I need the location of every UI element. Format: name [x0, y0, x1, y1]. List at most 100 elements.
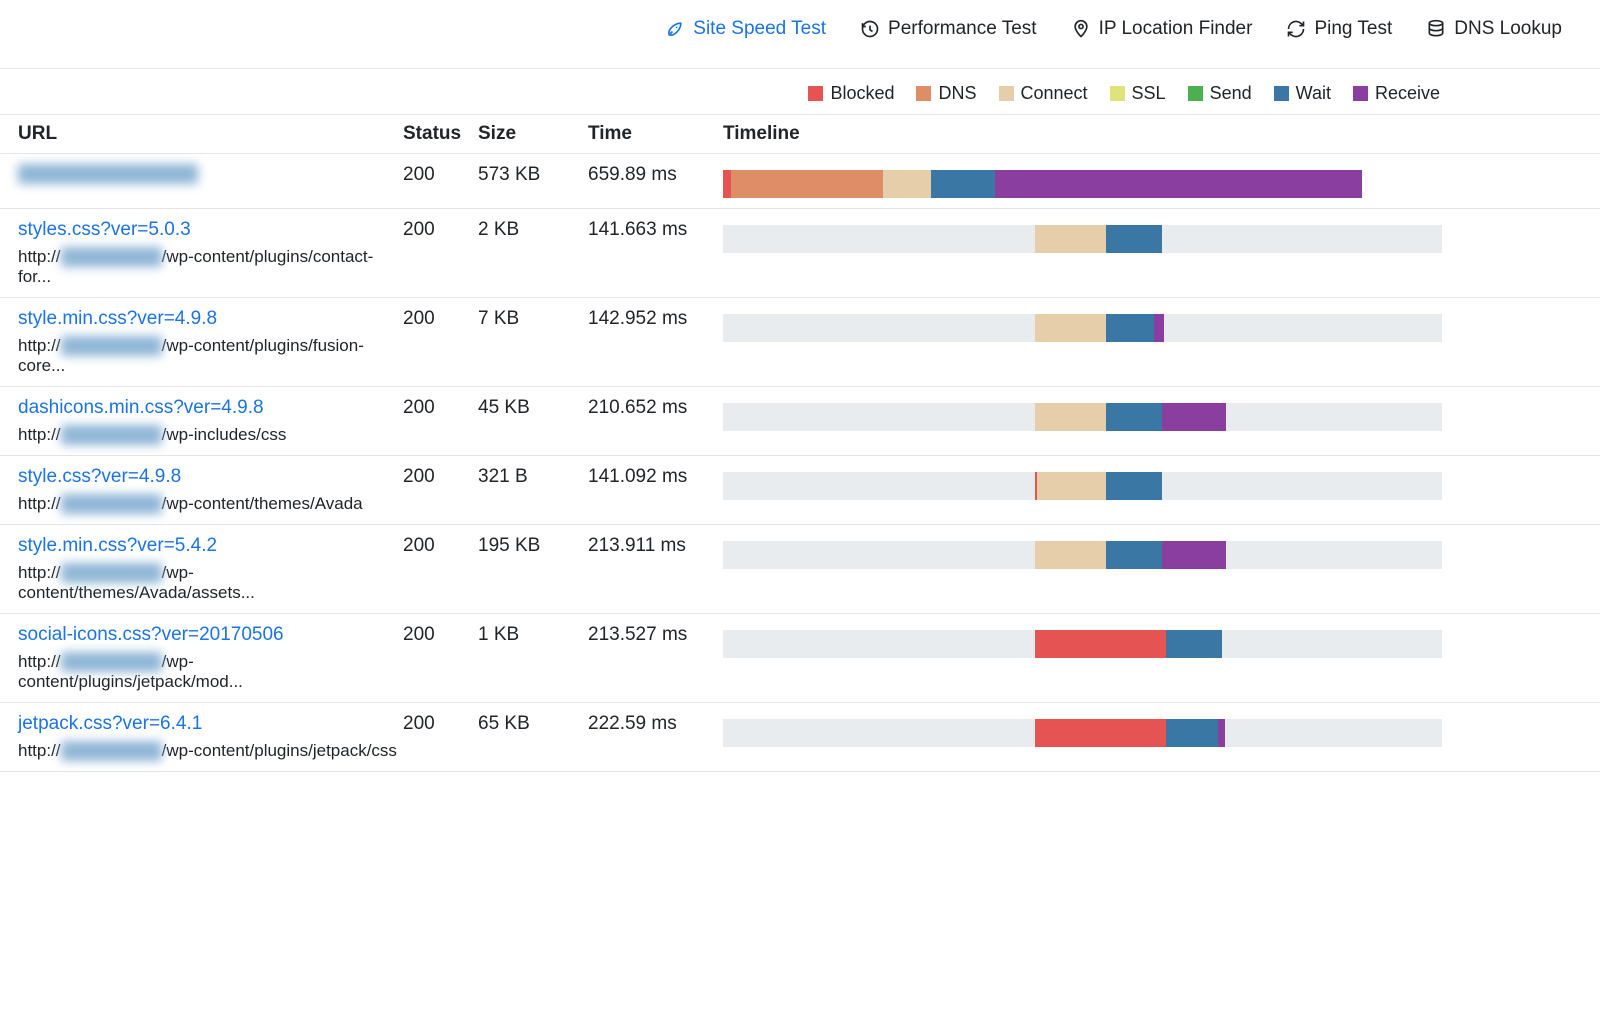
top-nav: Site Speed Test Performance Test IP Locati…	[0, 0, 1600, 69]
rocket-icon	[665, 19, 685, 39]
col-status: Status	[403, 123, 478, 145]
cell-url: dashicons.min.css?ver=4.9.8http://exampl…	[18, 397, 403, 445]
resource-link[interactable]: style.css?ver=4.9.8	[18, 466, 403, 488]
nav-ping-test[interactable]: Ping Test	[1286, 18, 1392, 40]
cell-time: 141.663 ms	[588, 219, 723, 241]
resource-link[interactable]: style.min.css?ver=5.4.2	[18, 535, 403, 557]
segment-receive	[995, 170, 1362, 198]
timeline-bar	[723, 719, 1442, 747]
cell-time: 141.092 ms	[588, 466, 723, 488]
refresh-icon	[1286, 19, 1306, 39]
cell-time: 142.952 ms	[588, 308, 723, 330]
cell-time: 222.59 ms	[588, 713, 723, 735]
nav-label: IP Location Finder	[1099, 18, 1253, 40]
table-row: social-icons.css?ver=20170506 http://exam…	[0, 614, 1600, 703]
blurred-host: example.com	[61, 652, 162, 672]
cell-size: 2 KB	[478, 219, 588, 241]
timeline-bar	[723, 170, 1442, 198]
timeline-bar	[723, 314, 1442, 342]
cell-status: 200	[403, 624, 478, 646]
location-icon	[1071, 19, 1091, 39]
cell-timeline	[723, 535, 1582, 569]
resource-link[interactable]: style.min.css?ver=4.9.8	[18, 308, 403, 330]
resource-link[interactable]: dashicons.min.css?ver=4.9.8	[18, 397, 403, 419]
database-icon	[1426, 19, 1446, 39]
segment-wait	[1106, 541, 1162, 569]
cell-url: style.min.css?ver=5.4.2 http://example.co…	[18, 535, 403, 603]
legend-label: Wait	[1296, 83, 1331, 104]
legend-swatch	[808, 86, 823, 101]
col-timeline: Timeline	[723, 123, 1582, 145]
cell-url: style.min.css?ver=4.9.8http://example.co…	[18, 308, 403, 376]
cell-url: redacted-domain	[18, 164, 403, 185]
legend-connect: Connect	[999, 83, 1088, 104]
nav-performance-test[interactable]: Performance Test	[860, 18, 1037, 40]
table-row: style.min.css?ver=5.4.2 http://example.co…	[0, 525, 1600, 614]
resource-link[interactable]: styles.css?ver=5.0.3	[18, 219, 403, 241]
cell-timeline	[723, 713, 1582, 747]
nav-dns-lookup[interactable]: DNS Lookup	[1426, 18, 1562, 40]
cell-size: 195 KB	[478, 535, 588, 557]
segment-wait	[1106, 314, 1154, 342]
legend-swatch	[1110, 86, 1125, 101]
segment-wait	[1106, 472, 1162, 500]
cell-size: 7 KB	[478, 308, 588, 330]
table-row: style.min.css?ver=4.9.8http://example.co…	[0, 298, 1600, 387]
col-size: Size	[478, 123, 588, 145]
timeline-bar	[723, 541, 1442, 569]
table-row: style.css?ver=4.9.8 http://example.com/wp…	[0, 456, 1600, 525]
cell-size: 45 KB	[478, 397, 588, 419]
blurred-host: example.com	[61, 563, 162, 583]
table-row: redacted-domain200573 KB659.89 ms	[0, 154, 1600, 209]
legend-ssl: SSL	[1110, 83, 1166, 104]
nav-label: DNS Lookup	[1454, 18, 1562, 40]
col-url: URL	[18, 123, 403, 145]
resource-path: http://example.com/wp-content/themes/Ava…	[18, 494, 403, 514]
segment-receive	[1154, 314, 1164, 342]
cell-status: 200	[403, 308, 478, 330]
segment-wait	[931, 170, 995, 198]
cell-url: style.css?ver=4.9.8 http://example.com/wp…	[18, 466, 403, 514]
nav-label: Site Speed Test	[693, 18, 826, 40]
blurred-host: example.com	[61, 336, 162, 356]
cell-status: 200	[403, 164, 478, 186]
resource-link[interactable]: social-icons.css?ver=20170506	[18, 624, 403, 646]
table-row: dashicons.min.css?ver=4.9.8http://exampl…	[0, 387, 1600, 456]
timeline-legend: BlockedDNSConnectSSLSendWaitReceive	[0, 69, 1600, 114]
nav-ip-location-finder[interactable]: IP Location Finder	[1071, 18, 1253, 40]
legend-swatch	[1353, 86, 1368, 101]
cell-status: 200	[403, 219, 478, 241]
cell-size: 1 KB	[478, 624, 588, 646]
legend-label: DNS	[938, 83, 976, 104]
cell-url: jetpack.css?ver=6.4.1http://example.com/…	[18, 713, 403, 761]
segment-blocked	[1035, 719, 1167, 747]
cell-timeline	[723, 219, 1582, 253]
legend-label: Blocked	[830, 83, 894, 104]
timeline-bar	[723, 472, 1442, 500]
resource-link[interactable]: jetpack.css?ver=6.4.1	[18, 713, 403, 735]
col-time: Time	[588, 123, 723, 145]
resource-path: http://example.com/wp-content/plugins/je…	[18, 652, 403, 692]
segment-connect	[1035, 541, 1107, 569]
cell-url: styles.css?ver=5.0.3http://example.com/w…	[18, 219, 403, 287]
legend-blocked: Blocked	[808, 83, 894, 104]
legend-receive: Receive	[1353, 83, 1440, 104]
table-header: URL Status Size Time Timeline	[0, 114, 1600, 154]
legend-dns: DNS	[916, 83, 976, 104]
cell-timeline	[723, 308, 1582, 342]
legend-label: Connect	[1021, 83, 1088, 104]
nav-site-speed-test[interactable]: Site Speed Test	[665, 18, 826, 40]
timeline-bar	[723, 403, 1442, 431]
cell-timeline	[723, 624, 1582, 658]
timeline-bar	[723, 630, 1442, 658]
cell-timeline	[723, 164, 1582, 198]
legend-swatch	[999, 86, 1014, 101]
segment-connect	[1035, 225, 1107, 253]
nav-label: Ping Test	[1314, 18, 1392, 40]
history-icon	[860, 19, 880, 39]
segment-blocked	[1035, 630, 1167, 658]
cell-time: 213.911 ms	[588, 535, 723, 557]
cell-time: 210.652 ms	[588, 397, 723, 419]
segment-wait	[1106, 403, 1162, 431]
resource-path: http://example.com/wp-content/themes/Ava…	[18, 563, 403, 603]
